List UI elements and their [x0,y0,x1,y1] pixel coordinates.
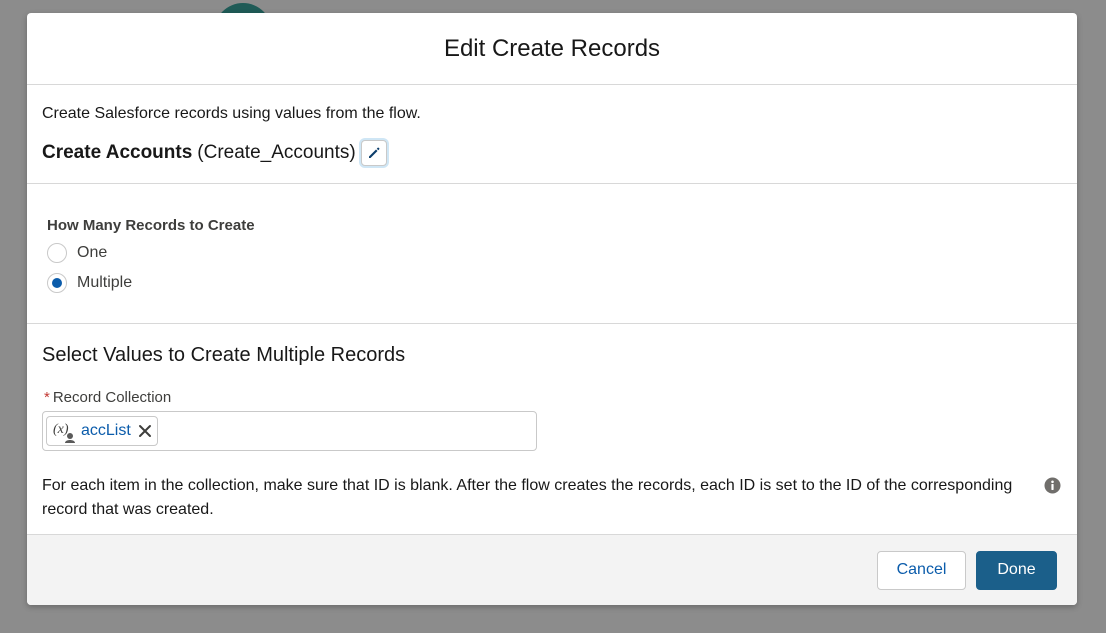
element-name-row: Create Accounts (Create_Accounts) [42,140,1062,166]
element-label: Create Accounts [42,142,193,163]
record-collection-pill[interactable]: (x) accList [46,416,158,446]
edit-element-button[interactable] [360,140,387,166]
close-icon[interactable] [137,423,153,439]
pencil-icon [368,147,380,158]
select-values-section: Select Values to Create Multiple Records… [27,324,1077,534]
how-many-records-section: How Many Records to Create One Multiple [27,184,1077,324]
record-collection-label-row: * Record Collection [42,389,1062,406]
info-icon[interactable] [1044,477,1061,522]
element-api-name: (Create_Accounts) [197,142,356,163]
radio-label-multiple[interactable]: Multiple [77,274,132,292]
record-collection-pill-label[interactable]: accList [81,422,131,440]
radio-button-one[interactable] [47,243,67,263]
done-button[interactable]: Done [976,550,1057,590]
required-marker: * [44,389,50,406]
edit-create-records-modal: Edit Create Records Create Salesforce re… [27,13,1077,605]
record-collection-label: Record Collection [52,389,172,406]
radio-option-multiple[interactable]: Multiple [47,272,1057,294]
element-intro-section: Create Salesforce records using values f… [27,85,1077,184]
radio-button-multiple[interactable] [47,273,67,293]
select-values-title: Select Values to Create Multiple Records [42,344,406,366]
how-many-records-title: How Many Records to Create [47,217,255,234]
radio-label-one[interactable]: One [77,244,107,262]
help-row: For each item in the collection, make su… [42,474,1062,522]
svg-text:(x): (x) [53,422,69,437]
record-collection-help-text: For each item in the collection, make su… [42,477,1013,518]
record-collection-input[interactable]: (x) accList [42,411,537,451]
cancel-button[interactable]: Cancel [877,550,966,590]
variable-icon: (x) [50,417,78,445]
element-description: Create Salesforce records using values f… [42,105,421,122]
radio-selected-dot [52,278,62,288]
modal-footer: Cancel Done [27,534,1077,605]
modal-title: Edit Create Records [443,34,661,62]
modal-header: Edit Create Records [27,13,1077,85]
radio-option-one[interactable]: One [47,242,1057,264]
